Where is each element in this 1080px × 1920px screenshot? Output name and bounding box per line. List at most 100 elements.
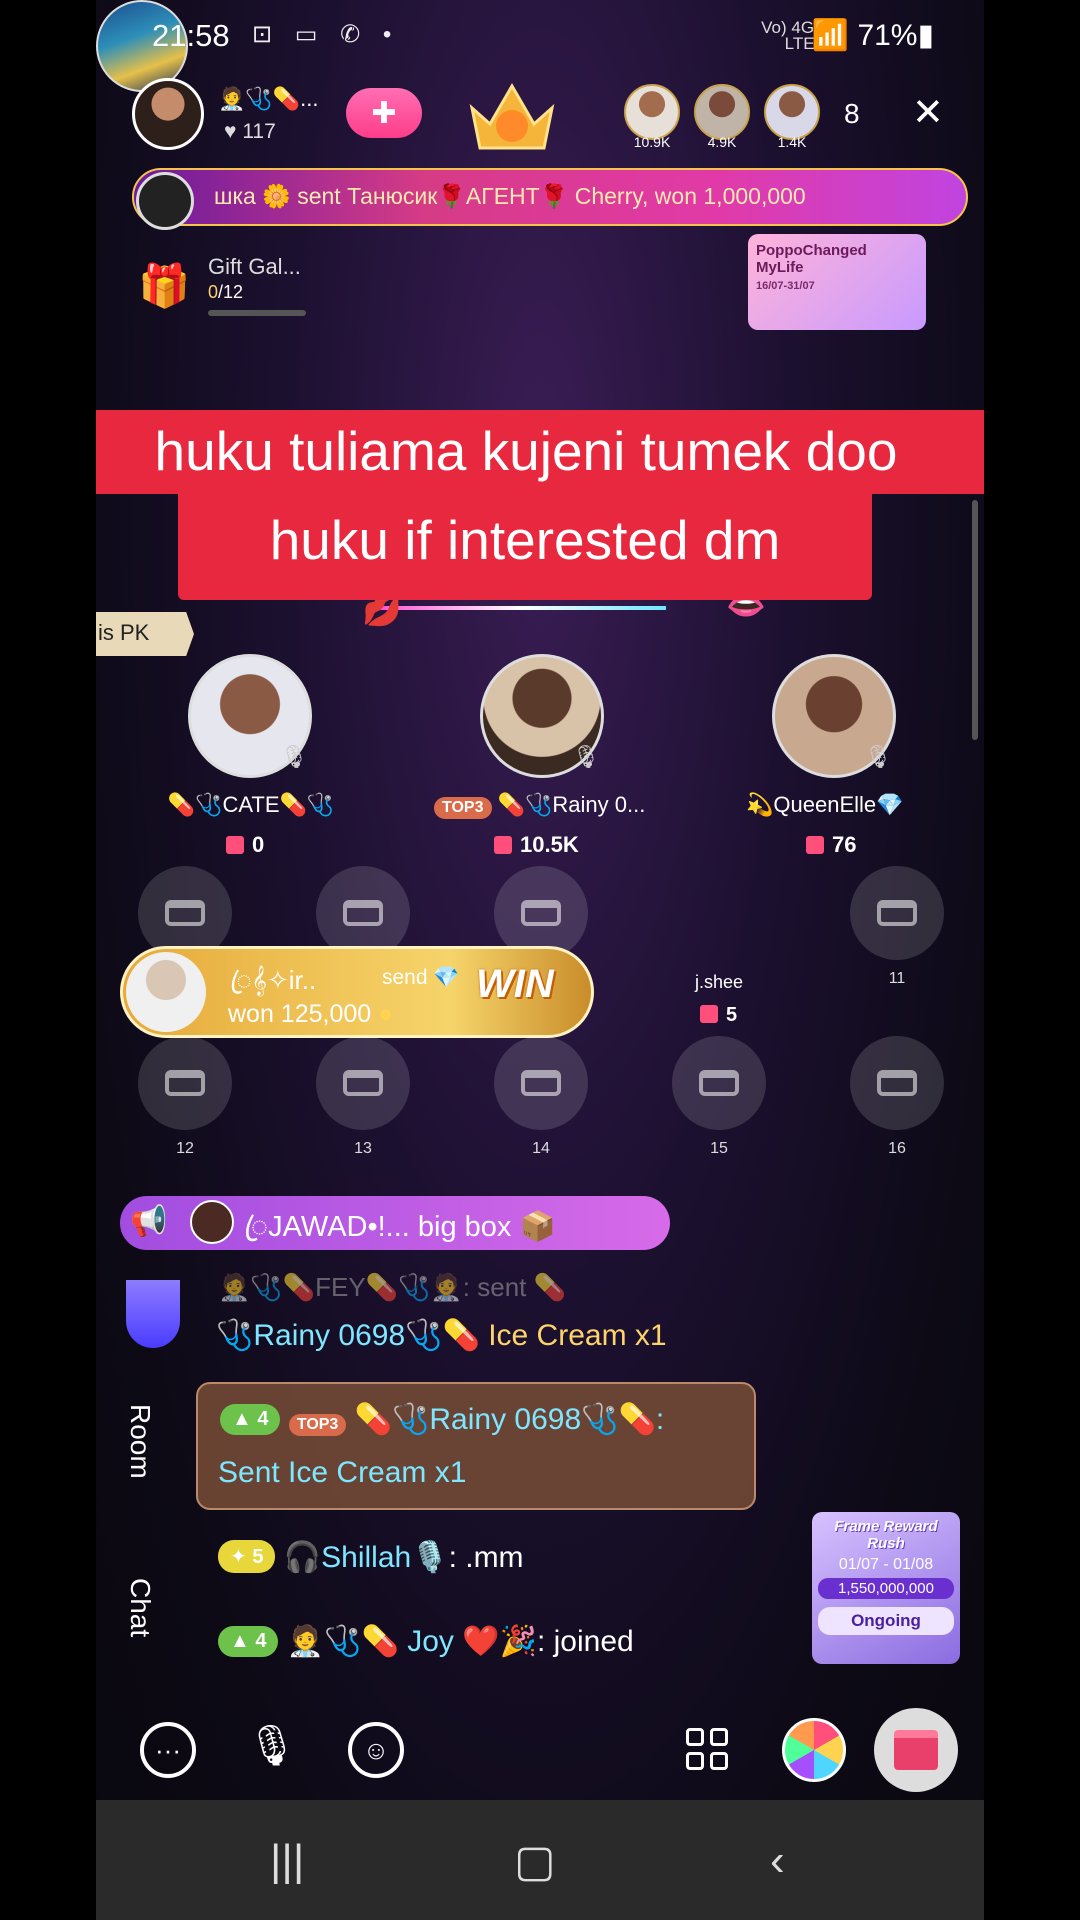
seat-gift-count: 76 (806, 832, 856, 858)
emoji-icon[interactable]: ☺ (348, 1722, 404, 1778)
banner-avatar (136, 172, 194, 230)
gift-icon (894, 1730, 938, 1770)
viewer-count[interactable]: 8 (844, 98, 860, 130)
seat-name: TOP3 💊🩺Rainy 0... (434, 792, 645, 819)
frame-reward-value: 1,550,000,000 (818, 1578, 954, 1599)
frame-reward-dates: 01/07 - 01/08 (838, 1556, 934, 1573)
battery-level: 71% (857, 19, 918, 52)
recent-apps-icon[interactable]: ||| (270, 1836, 304, 1886)
chat-text: : joined (536, 1625, 634, 1658)
seat-name: 💫QueenElle💎 (746, 792, 904, 817)
menu-grid-icon[interactable] (686, 1728, 728, 1770)
level-value: 4 (257, 1408, 269, 1430)
level-value: 5 (252, 1546, 264, 1568)
seat-gift-value: 10.5K (520, 832, 579, 857)
back-icon[interactable]: ‹ (770, 1836, 785, 1886)
top-viewer-count: 1.4K (777, 134, 807, 150)
chat-message: ▲ 4 🧑‍⚕️🩺💊 Joy ❤️🎉: joined (218, 1624, 634, 1659)
chat-bubble-icon[interactable]: ··· (140, 1722, 196, 1778)
chat-gift-message: ▲ 4 TOP3 💊🩺Rainy 0698🩺💊: Sent Ice Cream … (196, 1382, 756, 1510)
banner-text: шка 🌼 sent Танюсик🌹АГЕНТ🌹 Cherry, won 1,… (214, 183, 806, 209)
top-viewer-count: 10.9K (633, 134, 671, 150)
promo-title: PoppoChanged MyLife (756, 242, 867, 276)
seat-gift-value: 0 (252, 832, 265, 857)
broadcast-avatar (190, 1200, 234, 1244)
top3-badge: TOP3 (288, 1414, 347, 1436)
seat-name: j.shee (694, 972, 744, 992)
room-tab[interactable]: Room (124, 1404, 156, 1479)
gift-button[interactable] (874, 1708, 958, 1792)
lucky-wheel-icon[interactable] (782, 1718, 846, 1782)
chat-sender[interactable]: 💊🩺Rainy 0698🩺💊: (355, 1403, 665, 1436)
pk-tag-label: is PK (98, 620, 150, 645)
mic-off-icon[interactable]: 🎙 (244, 1722, 300, 1778)
seat-number: 13 (354, 1140, 372, 1157)
close-icon[interactable]: ✕ (912, 90, 944, 135)
gift-box-icon[interactable]: 🎁 (138, 262, 190, 311)
crown-badge-icon[interactable] (466, 78, 558, 158)
top3-badge: TOP3 (434, 797, 492, 819)
scrollbar[interactable] (972, 500, 978, 740)
chat-message-faded: 🧑‍⚕️🩺💊FEY💊🩺🧑‍⚕️: sent 💊 (218, 1272, 566, 1302)
sofa-icon (877, 1070, 917, 1096)
gift-icon (494, 836, 512, 854)
caption-line-1: huku tuliama kujeni tumek doo (96, 410, 984, 494)
follow-button[interactable]: ✚ (346, 88, 422, 138)
gift-message-header: ▲ 4 TOP3 💊🩺Rainy 0698🩺💊: (220, 1402, 664, 1437)
empty-seat[interactable] (850, 1036, 944, 1130)
winner-amount: won 125,000 ● (228, 1000, 393, 1029)
empty-seat[interactable] (850, 866, 944, 960)
chat-gift-text: Ice Cream x1 (488, 1319, 667, 1352)
megaphone-icon: 📢 (130, 1205, 168, 1238)
host-name[interactable]: 🧑‍⚕️🩺💊... (218, 86, 319, 112)
sofa-icon (165, 1070, 205, 1096)
home-icon[interactable]: ▢ (514, 1836, 556, 1887)
gift-gallery-done: 0 (208, 282, 219, 302)
gift-gallery-total: /12 (218, 282, 244, 302)
seat-number: 11 (888, 970, 906, 987)
gift-message-text: Sent Ice Cream x1 (218, 1456, 467, 1489)
promo-banner[interactable]: PoppoChanged MyLife 16/07-31/07 (748, 234, 926, 330)
sofa-icon (165, 900, 205, 926)
mic-muted-icon: 🎙 (572, 744, 600, 769)
gift-gallery-bar (208, 310, 306, 316)
chat-text: : .mm (448, 1541, 524, 1574)
level-badge: ▲ 4 (218, 1626, 279, 1657)
chat-tab[interactable]: Chat (124, 1578, 156, 1637)
empty-seat[interactable] (494, 1036, 588, 1130)
sofa-icon (343, 900, 383, 926)
mic-muted-icon: 🎙 (864, 744, 892, 769)
broadcast-text: ꦿJAWAD•!... big box 📦 (244, 1211, 556, 1243)
frame-reward-card[interactable]: Frame Reward Rush 01/07 - 01/08 1,550,00… (812, 1512, 960, 1664)
chat-message: ✦ 5 🎧Shillah🎙️: .mm (218, 1540, 524, 1575)
win-tag: WIN (476, 962, 554, 1006)
empty-seat[interactable] (138, 1036, 232, 1130)
top-viewer-avatar[interactable] (694, 84, 750, 140)
winner-amount-text: won 125,000 (228, 1000, 372, 1028)
seat-name-text: 💊🩺Rainy 0... (497, 792, 646, 817)
chat-sender[interactable]: 🎧Shillah🎙️ (284, 1541, 449, 1574)
battery-indicator: 📶 71%▮ (811, 19, 934, 52)
chat-message: 🩺Rainy 0698🩺💊 Ice Cream x1 (216, 1318, 667, 1353)
host-avatar[interactable] (132, 78, 204, 150)
host-likes-count: 117 (242, 120, 276, 143)
top-viewer-avatar[interactable] (624, 84, 680, 140)
empty-seat[interactable] (316, 1036, 410, 1130)
sofa-icon (877, 900, 917, 926)
status-time: 21:58 (152, 18, 230, 53)
top-viewer-avatar[interactable] (764, 84, 820, 140)
chat-sender[interactable]: 🩺Rainy 0698🩺💊 (216, 1319, 480, 1352)
gift-icon (700, 1005, 718, 1023)
seat-name: 💊🩺CATE💊🩺 (167, 792, 335, 817)
chat-tab-indicator[interactable] (126, 1280, 180, 1348)
network-indicator: Vo) 4G+ LTE1 (761, 18, 824, 53)
gift-icon (226, 836, 244, 854)
pk-tag[interactable]: is PK (96, 612, 194, 656)
sofa-icon (521, 900, 561, 926)
pk-divider (376, 606, 666, 610)
seat-number: 16 (888, 1140, 906, 1157)
live-room-screen: 21:58 ⊡ ▭ ✆ • Vo) 4G+ LTE1 📶 71%▮ 🧑‍⚕️🩺💊… (96, 0, 984, 1920)
empty-seat[interactable] (672, 1036, 766, 1130)
chat-sender[interactable]: 🧑‍⚕️🩺💊 Joy ❤️🎉 (287, 1625, 537, 1658)
gift-gallery-title[interactable]: Gift Gal... (208, 254, 301, 280)
